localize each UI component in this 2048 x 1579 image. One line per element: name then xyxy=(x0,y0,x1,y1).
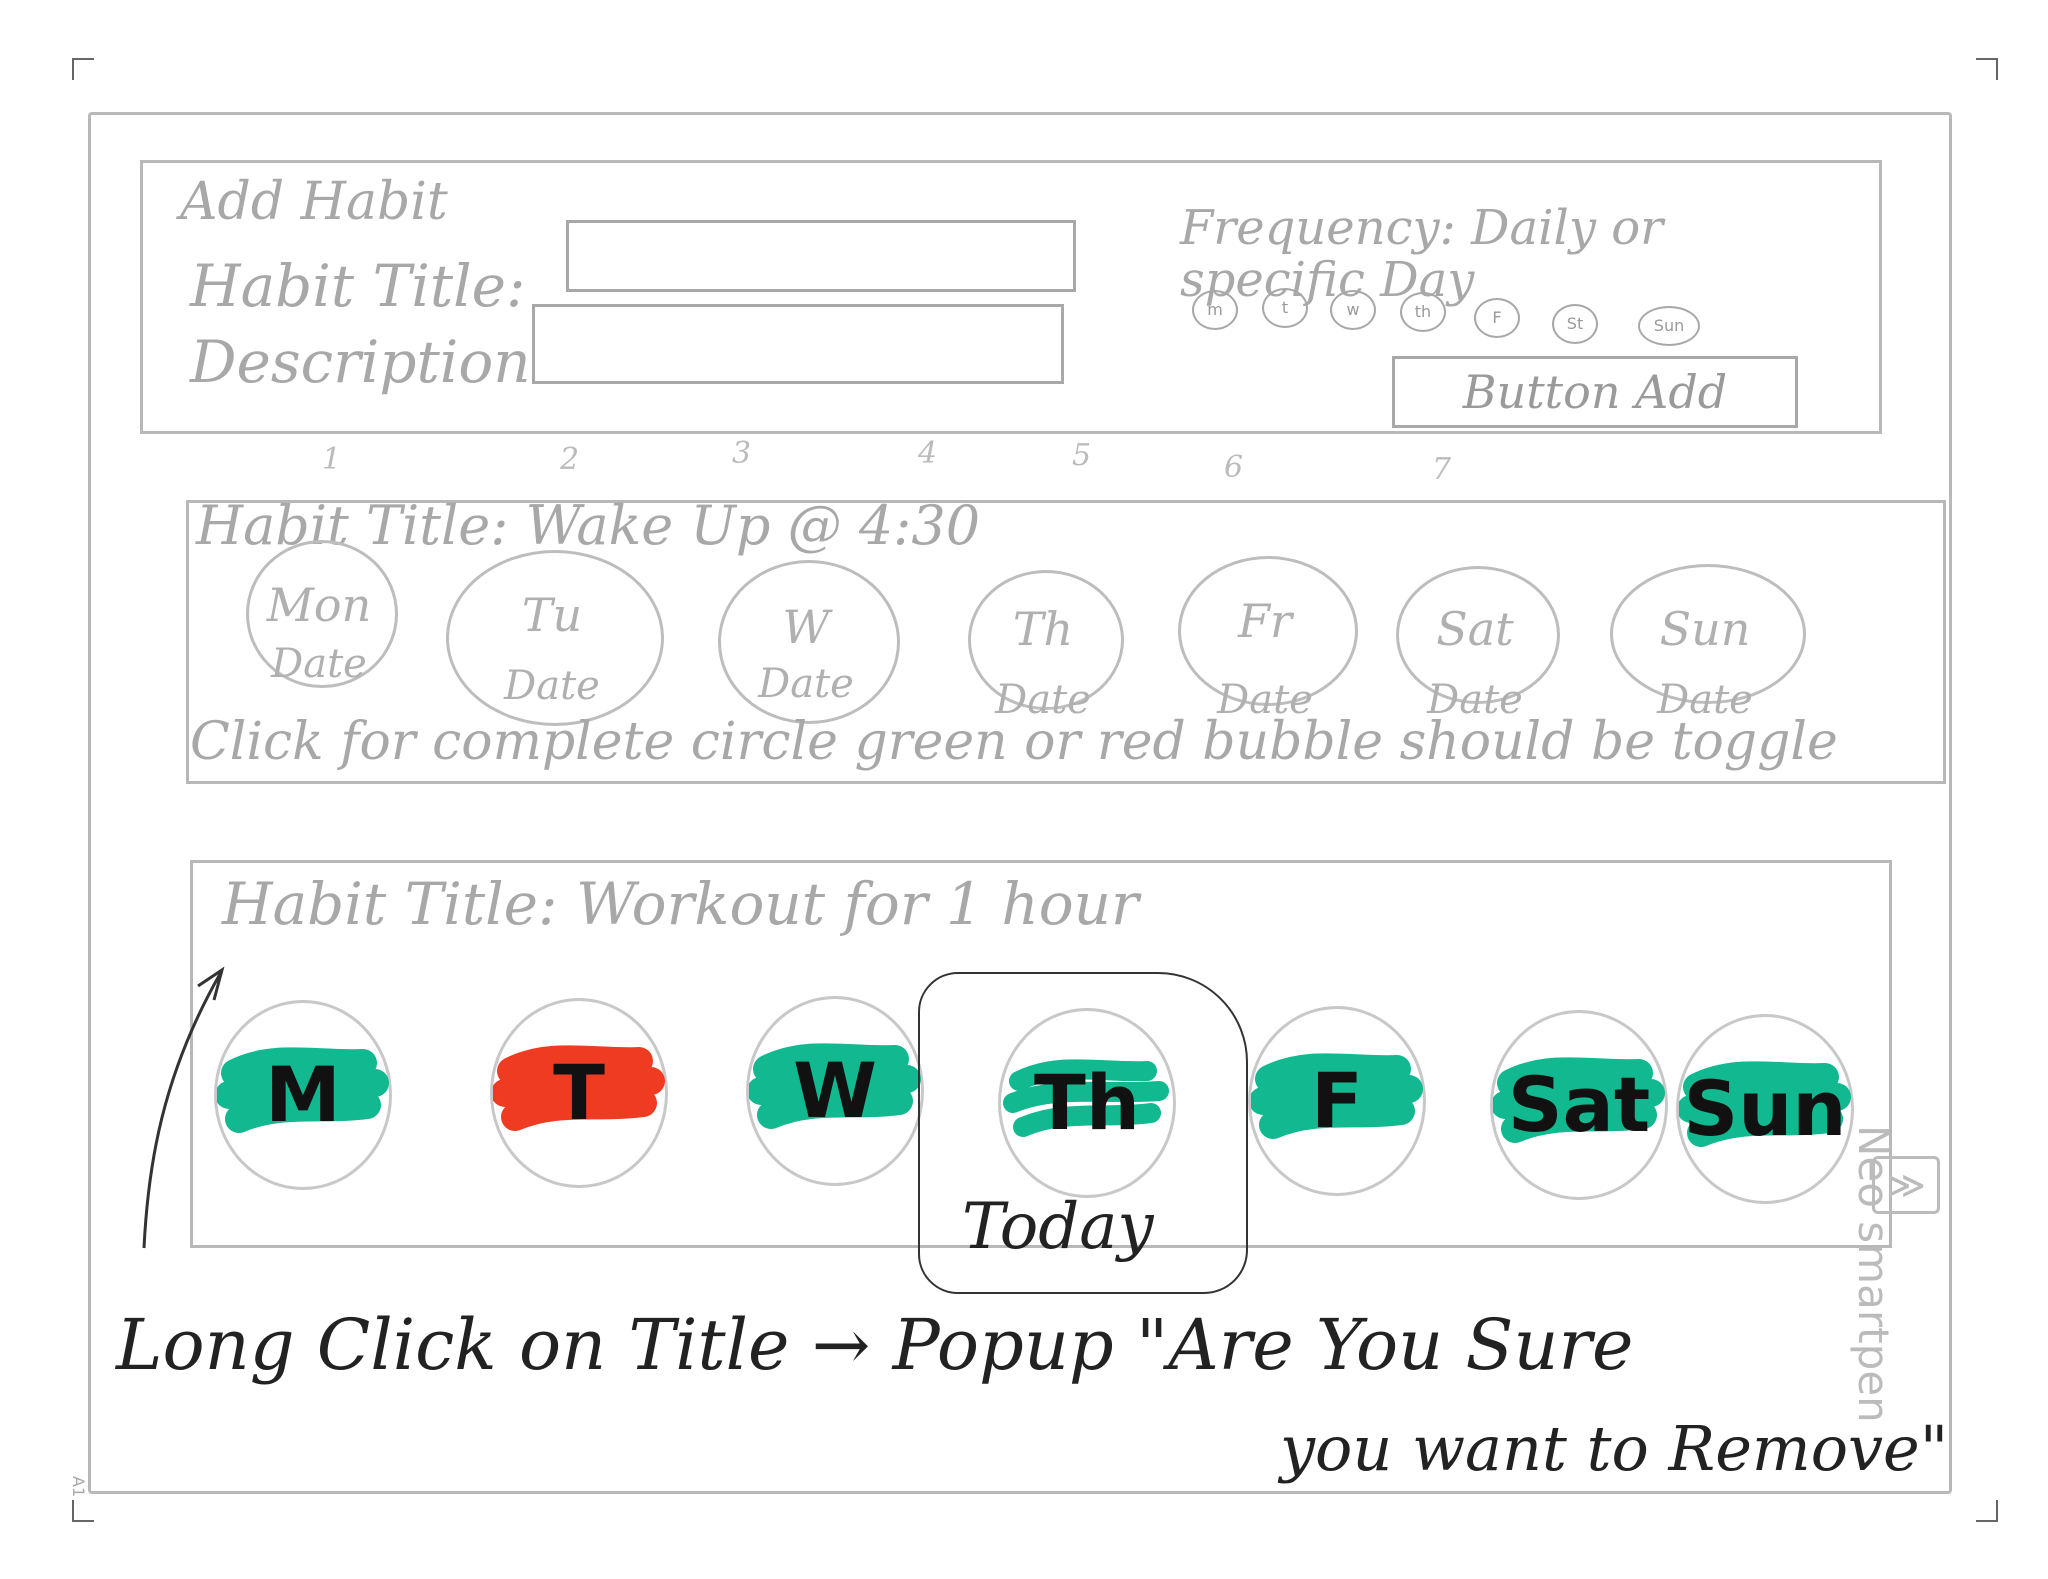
frequency-day-th[interactable]: th xyxy=(1400,292,1446,332)
frequency-day-m[interactable]: m xyxy=(1192,290,1238,330)
frequency-day-w[interactable]: w xyxy=(1330,290,1376,330)
workout-day-bubble-m[interactable]: M xyxy=(214,1000,392,1190)
frequency-day-sun[interactable]: Sun xyxy=(1638,306,1700,346)
page-mark: A1 xyxy=(69,1476,88,1498)
frequency-day-f[interactable]: F xyxy=(1474,298,1520,338)
workout-day-label-f: F xyxy=(1311,1056,1363,1145)
habit-title-input[interactable] xyxy=(566,220,1076,292)
long-click-note-line-1: Long Click on Title → Popup "Are You Sur… xyxy=(116,1304,1634,1386)
workout-day-bubble-f[interactable]: F xyxy=(1248,1006,1426,1196)
long-click-arrow xyxy=(142,966,225,1249)
workout-day-label-m: M xyxy=(265,1050,341,1139)
wake-up-date-w: Date xyxy=(758,661,854,707)
column-number-7: 7 xyxy=(1432,452,1452,487)
crop-mark-top-left xyxy=(72,58,94,80)
workout-day-label-t: T xyxy=(553,1048,605,1137)
workout-day-bubble-sat[interactable]: Sat xyxy=(1490,1010,1668,1200)
add-habit-button[interactable]: Button Add xyxy=(1392,356,1798,428)
workout-day-label-sat: Sat xyxy=(1507,1060,1651,1149)
frequency-day-t[interactable]: t xyxy=(1262,288,1308,328)
wake-up-day-label-w: W xyxy=(782,600,830,654)
wake-up-day-label-sat: Sat xyxy=(1436,602,1514,656)
today-label: Today xyxy=(962,1190,1154,1264)
column-number-2: 2 xyxy=(560,442,580,477)
add-habit-heading: Add Habit xyxy=(180,172,448,232)
wake-up-day-label-tu: Tu xyxy=(521,588,583,642)
wake-up-date-mon: Date xyxy=(271,641,367,687)
column-number-5: 5 xyxy=(1072,438,1092,473)
frequency-day-st[interactable]: St xyxy=(1552,304,1598,344)
description-input[interactable] xyxy=(532,304,1064,384)
wake-up-date-tu: Date xyxy=(504,663,600,709)
habit-card-workout-title[interactable]: Habit Title: Workout for 1 hour xyxy=(222,870,1139,938)
wake-up-day-label-sun: Sun xyxy=(1659,602,1751,656)
workout-day-label-w: W xyxy=(793,1046,877,1135)
column-number-4: 4 xyxy=(918,436,938,471)
wireframe-sketch-page: Add Habit Habit Title: Description Frequ… xyxy=(0,0,2048,1579)
neo-smartpen-logo-icon: ≫ xyxy=(1872,1156,1940,1214)
wake-up-day-label-fr: Fr xyxy=(1238,594,1292,648)
crop-mark-bottom-left xyxy=(72,1500,94,1522)
workout-day-bubble-t[interactable]: T xyxy=(490,998,668,1188)
description-label: Description xyxy=(190,328,531,396)
toggle-instruction-note: Click for complete circle green or red b… xyxy=(190,712,1838,772)
workout-day-bubble-w[interactable]: W xyxy=(746,996,924,1186)
crop-mark-top-right xyxy=(1976,58,1998,80)
habit-title-label: Habit Title: xyxy=(190,252,526,320)
wake-up-day-label-th: Th xyxy=(1012,602,1074,656)
wake-up-day-label-mon: Mon xyxy=(266,578,372,632)
column-number-6: 6 xyxy=(1224,450,1244,485)
column-number-1: 1 xyxy=(322,442,342,477)
crop-mark-bottom-right xyxy=(1976,1500,1998,1522)
column-number-3: 3 xyxy=(732,436,752,471)
